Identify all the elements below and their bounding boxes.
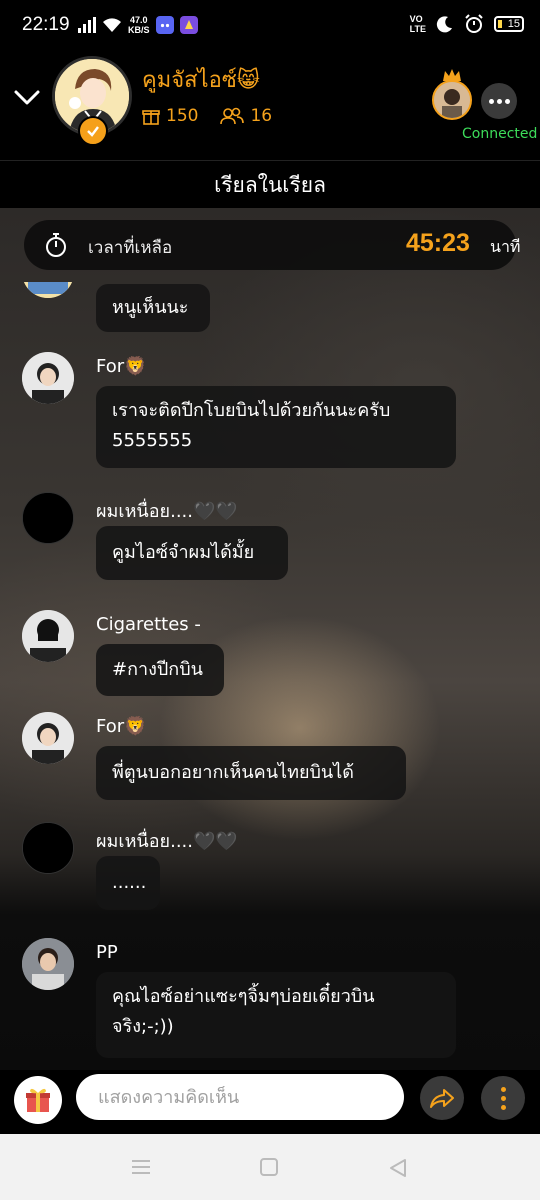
speed-value: 47.0 (129, 15, 148, 25)
home-icon[interactable] (260, 1158, 278, 1176)
guest-avatar[interactable] (432, 80, 472, 120)
chat-bubble-line: จริง;-;)) (112, 1016, 174, 1037)
more-options-icon[interactable] (481, 1076, 525, 1120)
chat-username: Cigarettes - (96, 614, 201, 635)
chat-avatar[interactable]: 😓 (22, 492, 74, 544)
live-stage: เวลาที่เหลือ 45:23 นาที หนูเห็นนะ For🦁 เ… (0, 208, 540, 1070)
volte-label: VO (409, 14, 423, 24)
chat-avatar[interactable] (22, 352, 74, 404)
chat-username: PP (96, 942, 118, 963)
gift-icon (142, 110, 160, 125)
system-nav-bar (0, 1134, 540, 1200)
network-speed: 47.0 KB/S (128, 15, 150, 35)
discord-icon (155, 16, 174, 34)
chat-avatar[interactable] (22, 282, 74, 298)
back-icon[interactable] (388, 1158, 408, 1178)
chevron-down-icon[interactable] (12, 82, 42, 112)
time-remaining-bar: เวลาที่เหลือ 45:23 นาที (24, 220, 520, 270)
chat-username: ผมเหนื่อย....🖤🖤 (96, 831, 238, 852)
chat-list: หนูเห็นนะ For🦁 เราจะติดปีกโบยบินไปด้วยกั… (0, 282, 540, 1070)
svg-text:😓: 😓 (38, 836, 59, 860)
status-icons-left: 47.0 KB/S (78, 15, 198, 35)
recents-icon[interactable] (132, 1159, 150, 1175)
people-icon (220, 107, 245, 125)
verified-badge-icon (78, 116, 108, 146)
chat-bubble-line: เราจะติดปีกโบยบินไปด้วยกันนะครับ (112, 400, 391, 421)
alarm-icon (465, 14, 483, 33)
volte-indicator: VO LTE (410, 14, 426, 34)
guest-avatar-photo (434, 82, 470, 118)
moon-icon (436, 16, 452, 33)
speed-unit: KB/S (128, 25, 150, 35)
battery-indicator: 15 (494, 16, 524, 32)
share-arrow-icon[interactable] (420, 1076, 464, 1120)
chat-bubble-line: 5555555 (112, 430, 193, 451)
status-icons-right: VO LTE 15 (410, 14, 524, 34)
chat-avatar[interactable] (22, 938, 74, 990)
comment-bar (0, 1070, 540, 1134)
more-dots-icon[interactable] (481, 83, 517, 119)
chat-username: ผมเหนื่อย....🖤🖤 (96, 501, 238, 522)
status-bar: 22:19 47.0 KB/S VO LTE 15 (0, 0, 540, 52)
chat-bubble: ...... (96, 856, 160, 910)
host-stats: 150 16 (142, 106, 272, 126)
gift-box-icon[interactable] (14, 1076, 62, 1124)
chat-avatar[interactable]: 😓 (22, 822, 74, 874)
wifi-icon (103, 18, 121, 32)
listener-count-stat: 16 (220, 106, 272, 126)
signal-icon (78, 17, 96, 33)
chat-bubble: พี่ตูนบอกอยากเห็นคนไทยบินได้ (96, 746, 406, 800)
lte-label: LTE (409, 24, 426, 34)
time-remaining-label: เวลาที่เหลือ (88, 238, 173, 258)
chat-bubble: เราจะติดปีกโบยบินไปด้วยกันนะครับ 5555555 (96, 386, 456, 468)
time-remaining-unit: นาที (490, 237, 521, 256)
status-time: 22:19 (22, 14, 70, 35)
chat-avatar[interactable] (22, 712, 74, 764)
time-remaining-value: 45:23 (406, 229, 470, 257)
app-notification-icon (179, 16, 198, 34)
chat-bubble: คุณไอซ์อย่าแซะๆจิ้มๆบ่อยเดี๋ยวบิน จริง;-… (96, 972, 456, 1058)
chat-bubble: หนูเห็นนะ (96, 284, 210, 332)
chat-bubble-line: คุณไอซ์อย่าแซะๆจิ้มๆบ่อยเดี๋ยวบิน (112, 986, 375, 1007)
chat-avatar[interactable] (22, 610, 74, 662)
room-header: คูมจัสไอซ์😸 150 16 Connected (0, 52, 540, 160)
gift-count-stat: 150 (142, 106, 198, 126)
stopwatch-icon (46, 233, 66, 257)
chat-bubble: คูมไอซ์จำผมได้มั้ย (96, 526, 288, 580)
chat-username: For🦁 (96, 716, 147, 737)
chat-username: For🦁 (96, 356, 147, 377)
listener-count: 16 (250, 106, 273, 126)
chat-bubble: #กางปีกบิน (96, 644, 224, 696)
svg-text:😓: 😓 (38, 506, 59, 530)
connection-status: Connected (462, 126, 538, 142)
comment-input[interactable] (76, 1074, 404, 1120)
host-name[interactable]: คูมจัสไอซ์😸 (142, 62, 260, 97)
room-title: เรียลในเรียล (0, 160, 540, 209)
gift-count: 150 (166, 106, 199, 126)
